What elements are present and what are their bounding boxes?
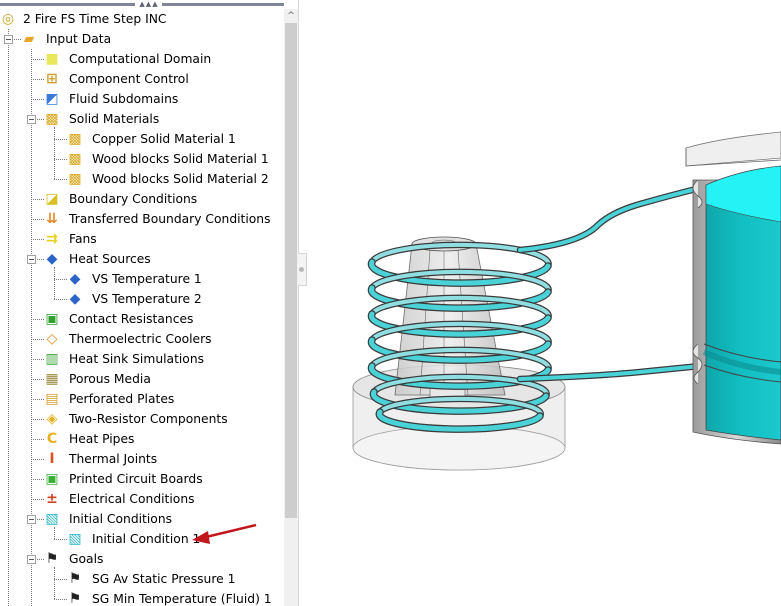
annotation-arrow [192, 523, 257, 544]
